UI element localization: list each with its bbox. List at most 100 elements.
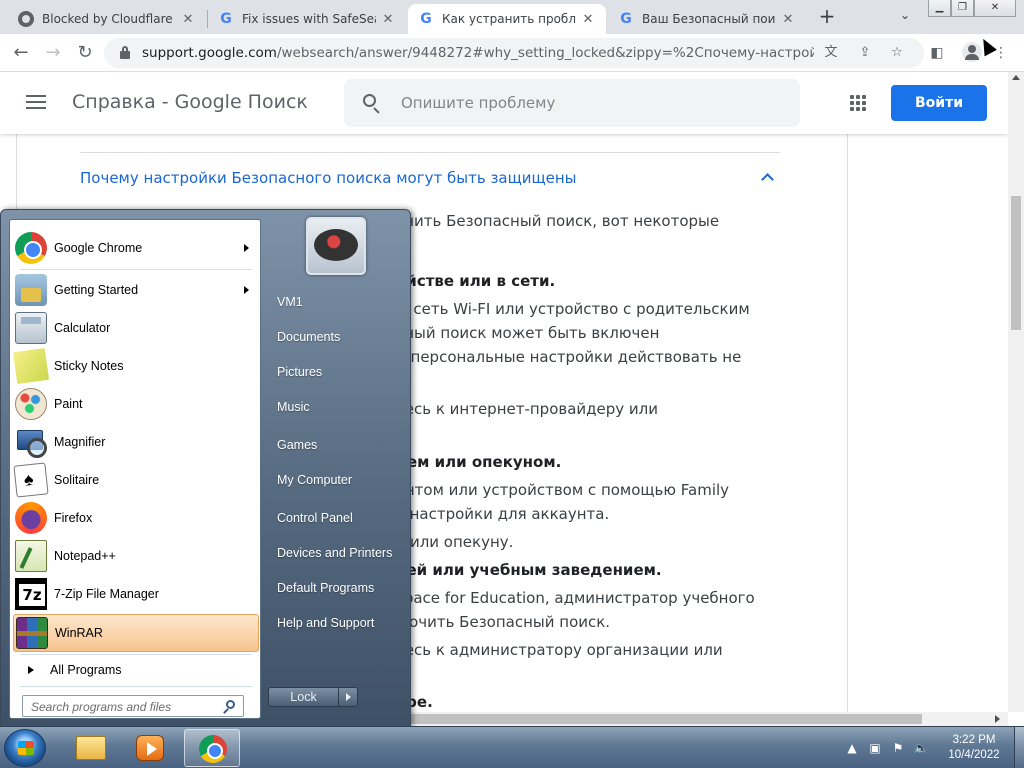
side-panel-icon[interactable]: ◧ (926, 42, 948, 64)
program-firefox[interactable]: Firefox (13, 499, 259, 537)
browser-toolbar: ← → ↻ support.google.com/websearch/answe… (0, 34, 1024, 72)
new-tab-button[interactable]: + (816, 4, 838, 30)
tab-search-chevron-icon[interactable]: ⌄ (895, 8, 915, 26)
help-title[interactable]: Справка - Google Поиск (72, 91, 308, 113)
start-item-documents[interactable]: Documents (269, 323, 403, 351)
program-solitaire[interactable]: Solitaire (13, 461, 259, 499)
forward-arrow-icon[interactable]: → (40, 40, 66, 66)
program-magnifier[interactable]: Magnifier (13, 423, 259, 461)
chevron-up-icon[interactable] (761, 173, 774, 186)
all-programs-label: All Programs (50, 663, 122, 677)
tab-vash-bezopasny-poisk[interactable]: G Ваш Безопасный поиск ✕ (608, 4, 806, 34)
program-label: Calculator (54, 321, 111, 335)
restore-button[interactable]: ❐ (951, 0, 974, 17)
program-winrar[interactable]: WinRAR (13, 614, 259, 652)
minimize-button[interactable]: ▁ (928, 0, 951, 17)
google-g-icon: G (620, 11, 632, 27)
help-header: Справка - Google Поиск Опишите проблему … (0, 72, 1008, 134)
program-calculator[interactable]: Calculator (13, 309, 259, 347)
globe-icon (18, 11, 34, 27)
triangle-right-icon (28, 666, 34, 674)
vertical-scrollbar[interactable] (1008, 72, 1024, 712)
taskbar-file-explorer[interactable] (62, 729, 118, 767)
share-icon[interactable]: ⇪ (856, 44, 874, 62)
bookmark-star-icon[interactable]: ☆ (888, 44, 906, 62)
taskbar-google-chrome[interactable] (184, 729, 240, 767)
search-icon[interactable] (223, 700, 237, 714)
folder-icon (76, 736, 106, 760)
start-item-devices-and-printers[interactable]: Devices and Printers (269, 539, 403, 567)
translate-icon[interactable]: 文 (822, 44, 840, 62)
scroll-thumb[interactable] (1011, 196, 1021, 330)
tab-blocked-by-cloudflare[interactable]: Blocked by Cloudflare Ga ✕ (8, 4, 206, 34)
all-programs-button[interactable]: All Programs (13, 656, 259, 684)
start-item-games[interactable]: Games (269, 431, 403, 459)
scroll-right-arrow-icon[interactable] (995, 715, 1000, 723)
program-label: Notepad++ (54, 549, 116, 563)
start-item-my-computer[interactable]: My Computer (269, 466, 403, 494)
program-getting-started[interactable]: Getting Started (13, 271, 259, 309)
back-arrow-icon[interactable]: ← (8, 40, 34, 66)
winrar-icon (16, 617, 48, 649)
reload-icon[interactable]: ↻ (72, 40, 98, 66)
program-label: Google Chrome (54, 241, 143, 255)
start-search-input[interactable]: Search programs and files (22, 695, 244, 717)
clock-time: 3:22 PM (952, 734, 996, 746)
program-label: Firefox (54, 511, 93, 525)
lock-button[interactable]: Lock (268, 687, 358, 707)
help-search-input[interactable]: Опишите проблему (344, 79, 800, 127)
user-picture-avatar[interactable] (306, 217, 366, 275)
start-item-help-and-support[interactable]: Help and Support (269, 609, 403, 637)
close-icon[interactable]: ✕ (380, 12, 396, 27)
start-item-music[interactable]: Music (269, 393, 403, 421)
article-text: и персональные настройки действовать не (396, 348, 742, 366)
program-label: 7-Zip File Manager (54, 587, 159, 601)
getting-started-icon (15, 274, 47, 306)
start-item-control-panel[interactable]: Control Panel (269, 504, 403, 532)
volume-icon[interactable]: 🔈 (911, 738, 931, 758)
shutdown-options-arrow-icon[interactable] (339, 688, 357, 706)
program-google-chrome[interactable]: Google Chrome (13, 229, 259, 267)
scroll-up-arrow-icon[interactable] (1012, 75, 1020, 80)
program-sticky-notes[interactable]: Sticky Notes (12, 347, 259, 385)
url-text[interactable]: support.google.com/websearch/answer/9448… (142, 45, 814, 61)
start-orb-windows-icon[interactable] (4, 729, 46, 767)
start-item-default-programs[interactable]: Default Programs (269, 574, 403, 602)
article-text: ю сеть Wi-FI или устройство с родительск… (396, 300, 750, 318)
hamburger-menu-icon[interactable] (26, 95, 46, 109)
action-center-flag-icon[interactable]: ⚑ (888, 738, 908, 758)
google-apps-icon[interactable] (850, 95, 866, 111)
content-border (847, 134, 848, 712)
close-icon[interactable]: ✕ (780, 12, 796, 27)
taskbar-media-player[interactable] (122, 729, 178, 767)
media-player-icon (136, 735, 164, 761)
lock-icon[interactable] (120, 46, 130, 59)
submenu-arrow-icon (244, 244, 249, 252)
show-desktop-button[interactable] (1014, 727, 1024, 768)
program-label: Solitaire (54, 473, 100, 487)
program-notepad-plus-plus[interactable]: Notepad++ (13, 537, 259, 575)
sign-in-button[interactable]: Войти (891, 85, 987, 121)
close-icon[interactable]: ✕ (580, 12, 596, 27)
tab-title: Ваш Безопасный поиск (642, 12, 776, 26)
program-7zip-file-manager[interactable]: 7-Zip File Manager (13, 575, 259, 613)
tab-fix-issues-safesearch[interactable]: G Fix issues with SafeSearch ✕ (208, 4, 406, 34)
show-hidden-icons-chevron-icon[interactable]: ▲ (842, 738, 862, 758)
tab-active-kak-ustranit[interactable]: G Как устранить проблемы ✕ (408, 4, 606, 34)
start-item-vm1[interactable]: VM1 (269, 288, 403, 316)
close-icon[interactable]: ✕ (180, 12, 196, 27)
start-menu-programs-pane: Google Chrome Getting Started Calculator… (9, 219, 261, 719)
separator (20, 686, 252, 687)
close-window-button[interactable]: ✕ (974, 0, 1016, 17)
program-paint[interactable]: Paint (13, 385, 259, 423)
section-divider (80, 152, 780, 153)
google-g-icon: G (220, 11, 232, 27)
accordion-heading[interactable]: Почему настройки Безопасного поиска могу… (80, 169, 577, 187)
start-item-pictures[interactable]: Pictures (269, 358, 403, 386)
taskbar-clock[interactable]: 3:22 PM 10/4/2022 (936, 733, 1012, 763)
scroll-thumb[interactable] (410, 714, 922, 724)
network-icon[interactable]: ▣ (865, 738, 885, 758)
address-bar[interactable]: support.google.com/websearch/answer/9448… (104, 38, 924, 68)
article-text: ь настройки для аккаунта. (396, 505, 610, 523)
program-label: Getting Started (54, 283, 139, 297)
